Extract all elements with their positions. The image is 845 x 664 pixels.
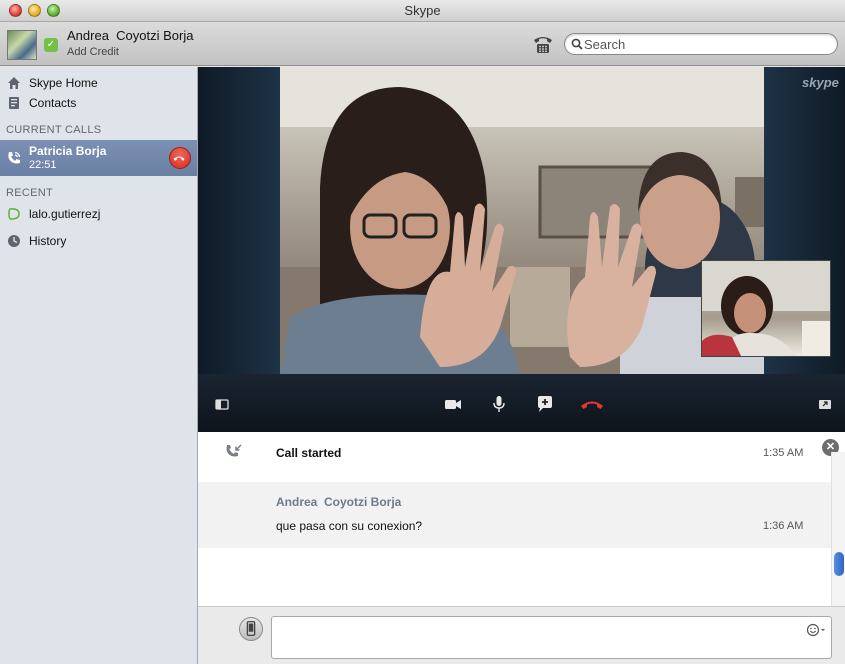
incoming-call-icon — [226, 444, 242, 457]
avatar[interactable] — [7, 30, 37, 60]
sidebar-item-lalo-gutierrezj[interactable]: lalo.gutierrezj — [0, 204, 197, 224]
microphone-icon[interactable] — [489, 394, 509, 414]
self-video-image — [702, 261, 830, 356]
active-call-icon — [8, 151, 21, 164]
current-call-item[interactable]: Patricia Borja 22:51 — [0, 140, 197, 176]
remote-video-feed — [280, 67, 764, 374]
sidebar-item-label: Skype Home — [29, 76, 98, 90]
recent-heading: RECENT — [6, 187, 54, 199]
video-camera-icon[interactable] — [443, 394, 463, 414]
hangup-icon[interactable] — [579, 394, 605, 414]
hangup-icon — [173, 156, 185, 161]
chat-history-panel[interactable]: Call started 1:35 AM ✕ Andrea Coyotzi Bo… — [198, 432, 845, 606]
sidebar-item-skype-home[interactable]: Skype Home — [0, 73, 197, 93]
chat-bubble-icon — [8, 208, 20, 220]
sidebar-item-label: lalo.gutierrezj — [29, 207, 101, 221]
remote-video-image — [280, 67, 764, 374]
sidebar-toggle-icon[interactable] — [212, 394, 232, 414]
scrollbar-thumb[interactable] — [834, 552, 844, 576]
user-name[interactable]: Andrea Coyotzi Borja — [67, 28, 193, 43]
call-contact-name: Patricia Borja — [29, 144, 107, 158]
search-icon — [571, 38, 583, 50]
search-box[interactable] — [564, 33, 838, 55]
title-bar: Skype — [0, 0, 845, 22]
self-video-preview[interactable] — [701, 260, 831, 357]
skype-watermark: skype — [802, 75, 839, 90]
message-text: que pasa con su conexion? — [276, 519, 423, 533]
call-duration: 22:51 — [29, 159, 57, 171]
call-event-row: Call started 1:35 AM — [198, 432, 831, 478]
sidebar-item-label: History — [29, 234, 67, 248]
home-icon — [8, 77, 20, 89]
sidebar-item-contacts[interactable]: Contacts — [0, 93, 197, 113]
call-controls-bar — [198, 374, 845, 432]
dialpad-icon[interactable] — [532, 33, 554, 55]
sidebar-item-label: Contacts — [29, 96, 77, 110]
message-author[interactable]: Andrea Coyotzi Borja — [276, 495, 401, 509]
chat-message: Andrea Coyotzi Borja que pasa con su con… — [198, 482, 831, 548]
message-timestamp: 1:36 AM — [763, 520, 804, 532]
add-credit-link[interactable]: Add Credit — [67, 46, 119, 58]
send-sms-button[interactable] — [239, 617, 263, 641]
call-started-text: Call started — [276, 446, 342, 460]
call-event-timestamp: 1:35 AM — [763, 447, 804, 459]
chat-scrollbar[interactable] — [831, 452, 845, 606]
toolbar: ✓ Andrea Coyotzi Borja Add Credit — [0, 22, 845, 66]
sidebar: Skype Home Contacts CURRENT CALLS Patric… — [0, 67, 198, 664]
search-input[interactable] — [584, 36, 824, 52]
window-title: Skype — [404, 3, 441, 18]
clock-icon — [8, 235, 20, 247]
video-call-panel[interactable]: skype — [198, 67, 845, 432]
online-status-icon[interactable]: ✓ — [44, 38, 58, 52]
add-chat-icon[interactable] — [535, 394, 555, 414]
message-input-bar — [198, 606, 845, 664]
contacts-icon — [9, 97, 19, 109]
emoticon-icon[interactable] — [806, 623, 826, 637]
fullscreen-icon[interactable] — [815, 394, 835, 414]
mobile-phone-icon — [246, 621, 256, 637]
message-input[interactable] — [271, 616, 832, 659]
sidebar-item-history[interactable]: History — [0, 231, 197, 251]
current-calls-heading: CURRENT CALLS — [6, 124, 102, 136]
end-call-button[interactable] — [169, 147, 191, 169]
